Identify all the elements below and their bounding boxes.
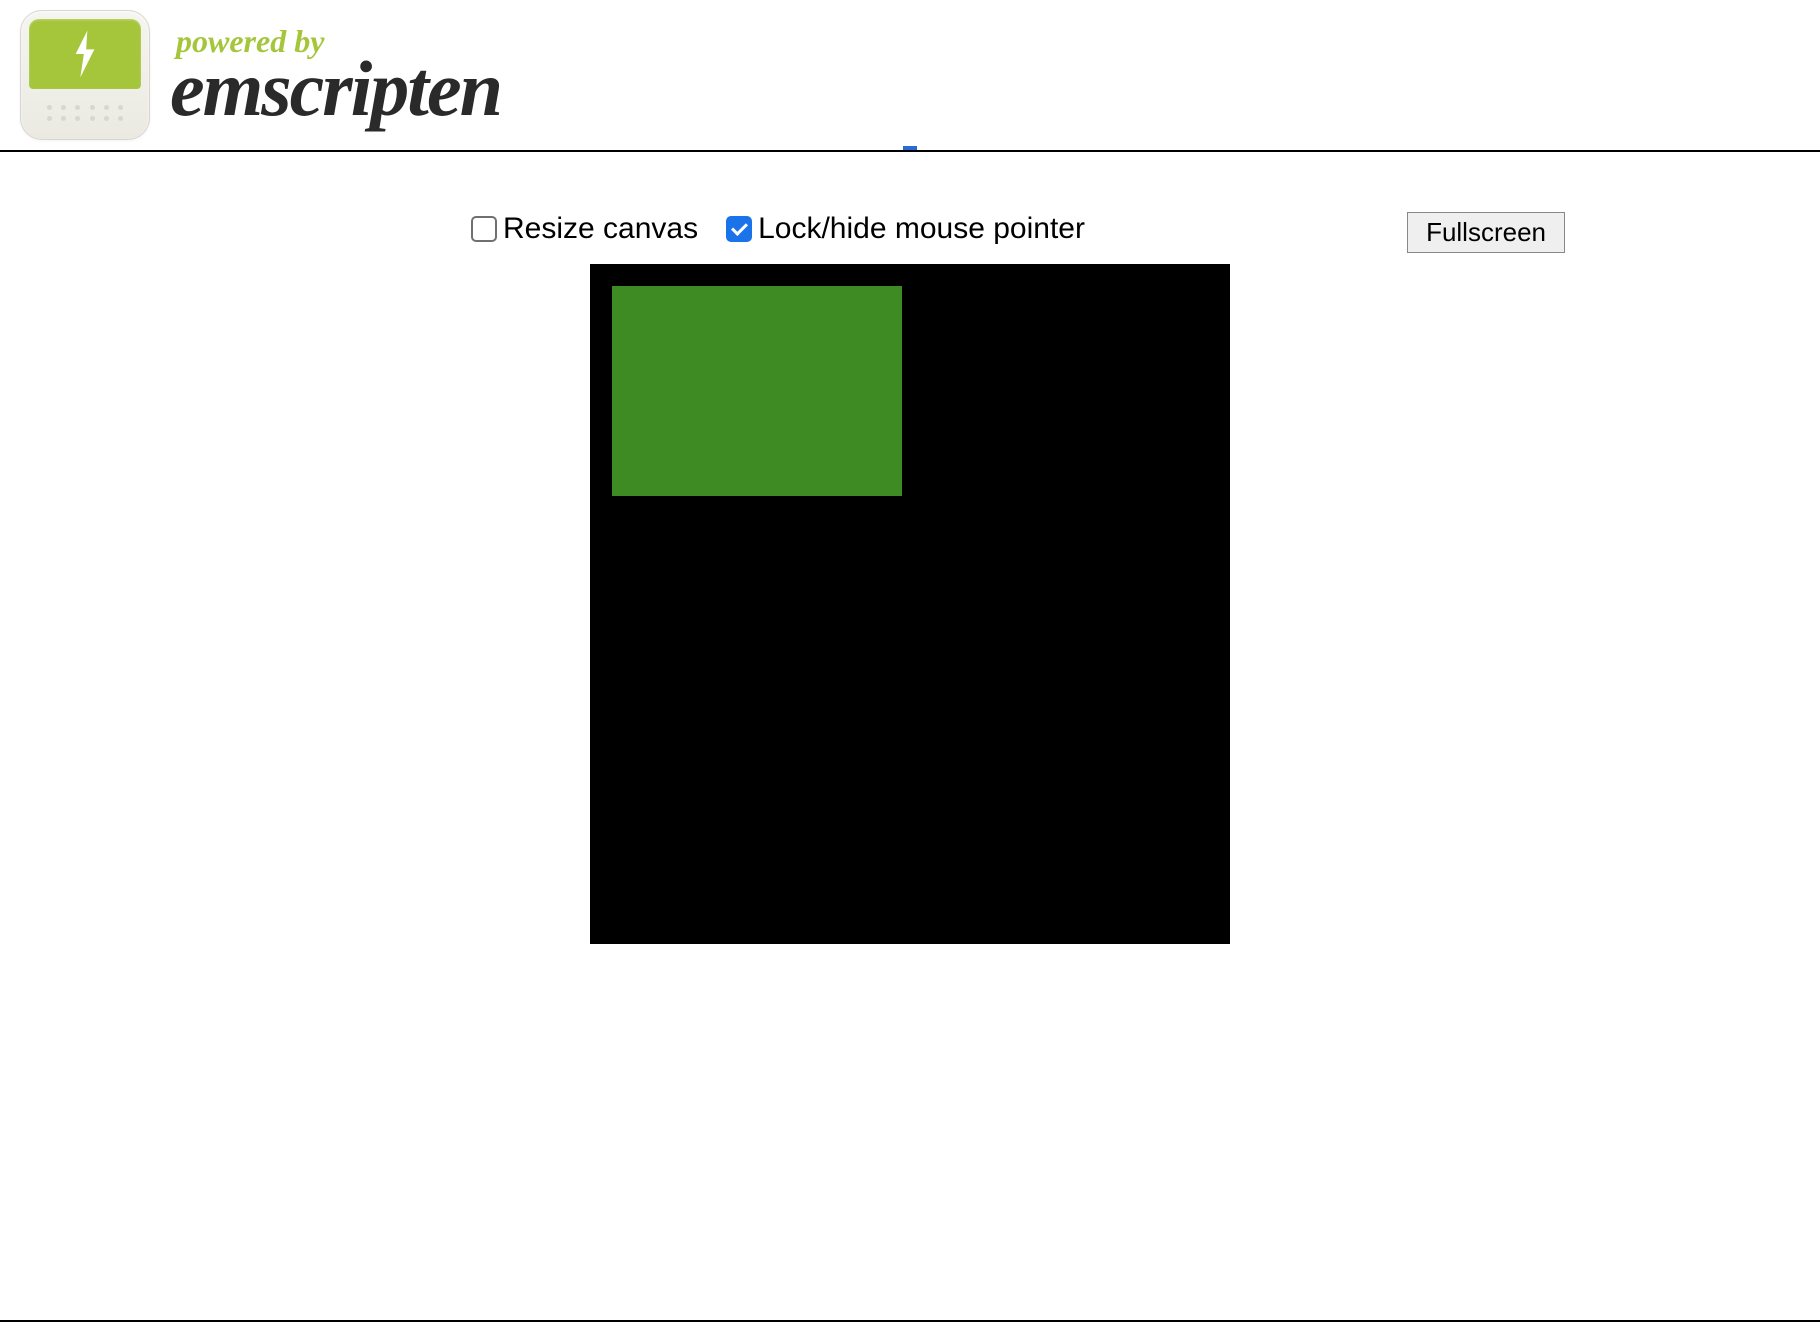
green-rectangle: [612, 286, 902, 496]
canvas-area: [590, 264, 1230, 944]
lock-pointer-label: Lock/hide mouse pointer: [758, 212, 1085, 246]
lock-pointer-group[interactable]: Lock/hide mouse pointer: [726, 212, 1085, 246]
resize-canvas-label: Resize canvas: [503, 212, 698, 246]
resize-canvas-group[interactable]: Resize canvas: [471, 212, 698, 246]
header: powered by emscripten: [0, 0, 1820, 150]
header-divider: [0, 150, 1820, 152]
output-canvas[interactable]: [590, 264, 1230, 944]
fullscreen-button[interactable]: Fullscreen: [1407, 212, 1565, 253]
logo-text: powered by emscripten: [170, 23, 501, 128]
controls-row: Resize canvas Lock/hide mouse pointer Fu…: [425, 212, 1395, 246]
emscripten-logo-icon: [20, 10, 150, 140]
progress-indicator: [903, 146, 917, 150]
resize-canvas-checkbox[interactable]: [471, 216, 497, 242]
page-container: powered by emscripten Resize canvas Lock…: [0, 0, 1820, 1322]
logo-dots: [29, 95, 141, 131]
bolt-icon: [71, 30, 99, 78]
lock-pointer-checkbox[interactable]: [726, 216, 752, 242]
controls-wrap: Resize canvas Lock/hide mouse pointer Fu…: [0, 152, 1820, 944]
logo-badge: [29, 19, 141, 89]
brand-text: emscripten: [170, 50, 501, 128]
